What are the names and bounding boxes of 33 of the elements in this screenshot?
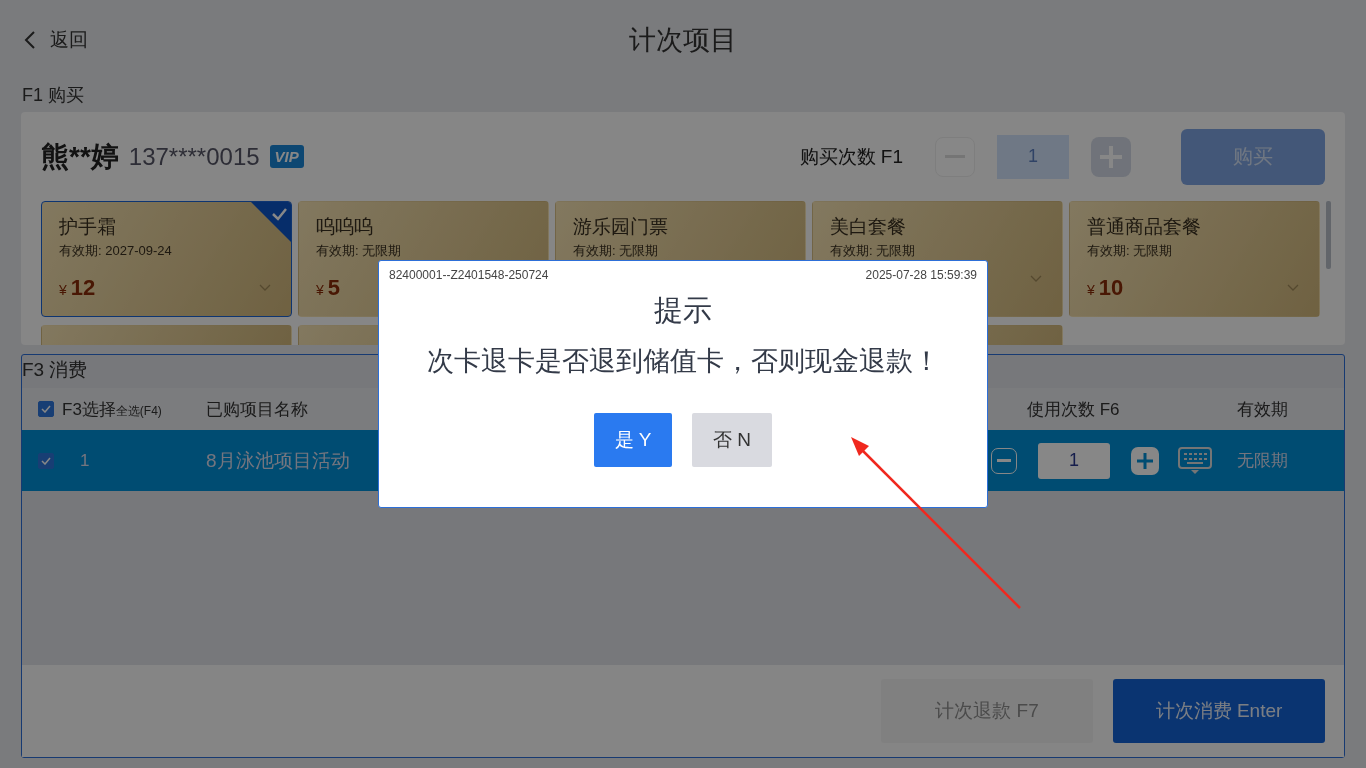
table-cell-text: 8月泳池项目活动 [205, 448, 351, 473]
dialog-time: 2025-07-28 15:59:39 [865, 268, 977, 282]
package-name: 美白套餐 [830, 215, 907, 239]
package-price: 5 [327, 275, 341, 301]
package-validity: 有效期: 无限期 [830, 242, 917, 260]
column-header: 有效期 [1237, 398, 1289, 421]
currency-sign: ¥ [316, 282, 324, 298]
package-name: 普通商品套餐 [1087, 215, 1202, 239]
package-validity: 有效期: 无限期 [1087, 242, 1174, 260]
column-header: 使用次数 F6 [1026, 398, 1121, 421]
table-cell-text: 无限期 [1237, 450, 1289, 472]
package-name: 呜呜呜 [316, 215, 374, 239]
column-header: F3选择全选(F4) [62, 398, 162, 421]
package-validity: 有效期: 2027-09-24 [59, 242, 173, 260]
quantity-label: 购买次数 F1 [799, 144, 903, 169]
package-name: 游乐园门票 [573, 215, 669, 239]
column-header: 已购项目名称 [205, 398, 309, 421]
section-label: F3 消费 [22, 358, 88, 382]
package-price: 12 [70, 275, 96, 301]
table-cell: 1 [80, 450, 90, 471]
section-label: F1 购买 [22, 84, 85, 107]
dialog-serial: 82400001--Z2401548-250724 [389, 268, 549, 282]
currency-sign: ¥ [59, 282, 67, 298]
currency-sign: ¥ [1087, 282, 1095, 298]
package-name: 护手霜 [59, 215, 117, 239]
package-validity: 有效期: 无限期 [573, 242, 660, 260]
vip-badge: VIP [269, 145, 304, 168]
page-title: 计次项目 [628, 24, 738, 57]
package-price: 10 [1098, 275, 1124, 301]
customer-phone: 137****0015 [128, 142, 260, 171]
customer-name: 熊**婷 [41, 139, 119, 174]
dialog-message: 次卡退卡是否退到储值卡，否则现金退款！ [426, 345, 940, 378]
package-validity: 有效期: 无限期 [316, 242, 403, 260]
